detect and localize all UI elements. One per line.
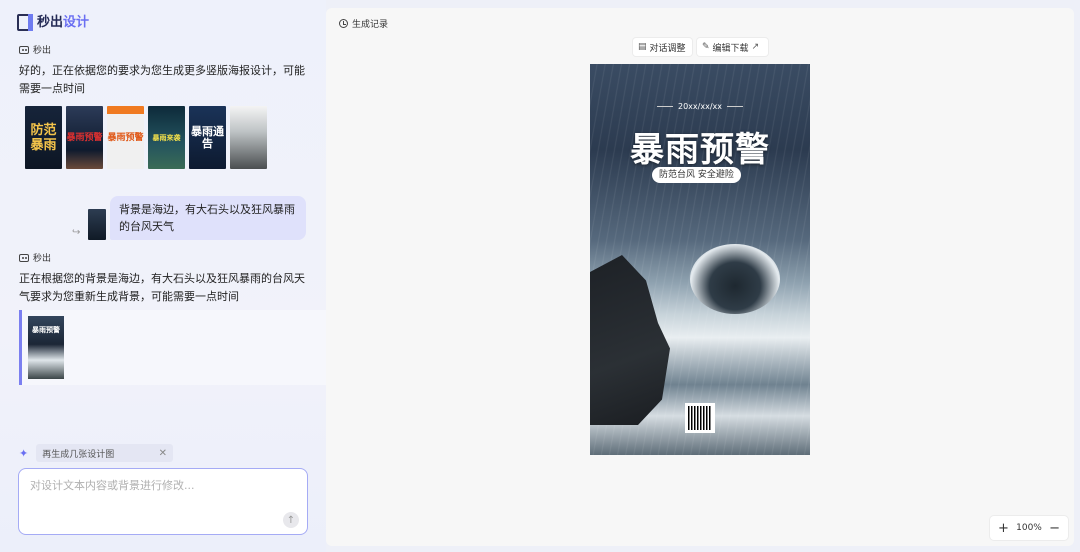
canvas-panel: 生成记录 ▤ 对话调整 ✎ 编辑下载 ↗ 20xx/xx/xx 暴雨预警 防范台…	[326, 8, 1074, 546]
poster-subtitle: 防范台风 安全避险	[652, 167, 741, 183]
zoom-level: 100%	[1016, 523, 1042, 533]
bot-name: 秒出	[33, 46, 52, 56]
close-icon[interactable]: ✕	[159, 448, 167, 459]
suggestion-chip[interactable]: ✦ 再生成几张设计图 ✕	[19, 444, 173, 462]
poster-thumb-4[interactable]: 暴雨来袭	[148, 106, 185, 169]
edit-download-button[interactable]: ✎ 编辑下载 ↗	[697, 38, 768, 56]
chat-adjust-button[interactable]: ▤ 对话调整	[633, 38, 692, 56]
result-card: 暴雨预警	[19, 310, 326, 385]
bot-label-2: 秒出	[19, 251, 51, 264]
arrow-up-icon: ↑	[286, 514, 296, 526]
poster-thumb-2[interactable]: 暴雨预警	[66, 106, 103, 169]
chat-edit-icon: ▤	[638, 42, 647, 52]
bot-icon	[19, 45, 29, 54]
logo-main: 秒出	[37, 15, 64, 30]
bot-icon	[19, 253, 29, 262]
generated-thumbnails: 防范暴雨 暴雨预警 暴雨预警 暴雨来袭 暴雨通告	[25, 106, 267, 169]
bot-name: 秒出	[33, 254, 52, 264]
poster-title: 暴雨预警	[630, 130, 770, 170]
zoom-in-button[interactable]: +	[998, 521, 1009, 536]
wave-graphic	[690, 244, 780, 314]
poster-thumb-1[interactable]: 防范暴雨	[25, 106, 62, 169]
clock-icon	[339, 19, 348, 28]
qr-code	[685, 403, 715, 433]
user-reference	[88, 196, 106, 240]
chat-panel: 秒出设计 秒出 好的，正在依据您的要求为您生成更多竖版海报设计，可能需要一点时间…	[0, 0, 326, 552]
send-button[interactable]: ↑	[283, 512, 299, 528]
external-link-icon: ↗	[751, 42, 760, 52]
logo-icon	[17, 14, 33, 31]
message-input[interactable]	[30, 479, 296, 492]
user-message: 背景是海边，有大石头以及狂风暴雨的台风天气	[110, 196, 306, 240]
bot-label: 秒出	[19, 43, 51, 56]
zoom-out-button[interactable]: −	[1049, 521, 1060, 536]
bot-message-2: 正在根据您的背景是海边，有大石头以及狂风暴雨的台风天气要求为您重新生成背景，可能…	[19, 272, 305, 303]
bot-message-1: 好的，正在依据您的要求为您生成更多竖版海报设计，可能需要一点时间	[19, 64, 305, 95]
edit-icon: ✎	[702, 42, 710, 52]
poster-thumb-3[interactable]: 暴雨预警	[107, 106, 144, 169]
result-thumb[interactable]: 暴雨预警	[28, 316, 64, 379]
poster-thumb-5[interactable]: 暴雨通告	[189, 106, 226, 169]
app-logo: 秒出设计	[17, 14, 89, 36]
history-label: 生成记录	[352, 20, 389, 30]
logo-accent: 设计	[63, 15, 90, 30]
reply-arrow-icon: ↪	[72, 227, 81, 238]
poster-preview[interactable]: 20xx/xx/xx 暴雨预警 防范台风 安全避险	[590, 64, 810, 455]
sparkle-icon: ✦	[19, 446, 29, 460]
poster-thumb-6[interactable]	[230, 106, 267, 169]
history-button[interactable]: 生成记录	[339, 17, 388, 30]
reference-thumb[interactable]	[88, 209, 106, 240]
zoom-control: + 100% −	[990, 516, 1068, 540]
message-composer: ↑	[18, 468, 308, 535]
chip-label: 再生成几张设计图	[42, 449, 115, 460]
poster-date: 20xx/xx/xx	[590, 102, 810, 111]
